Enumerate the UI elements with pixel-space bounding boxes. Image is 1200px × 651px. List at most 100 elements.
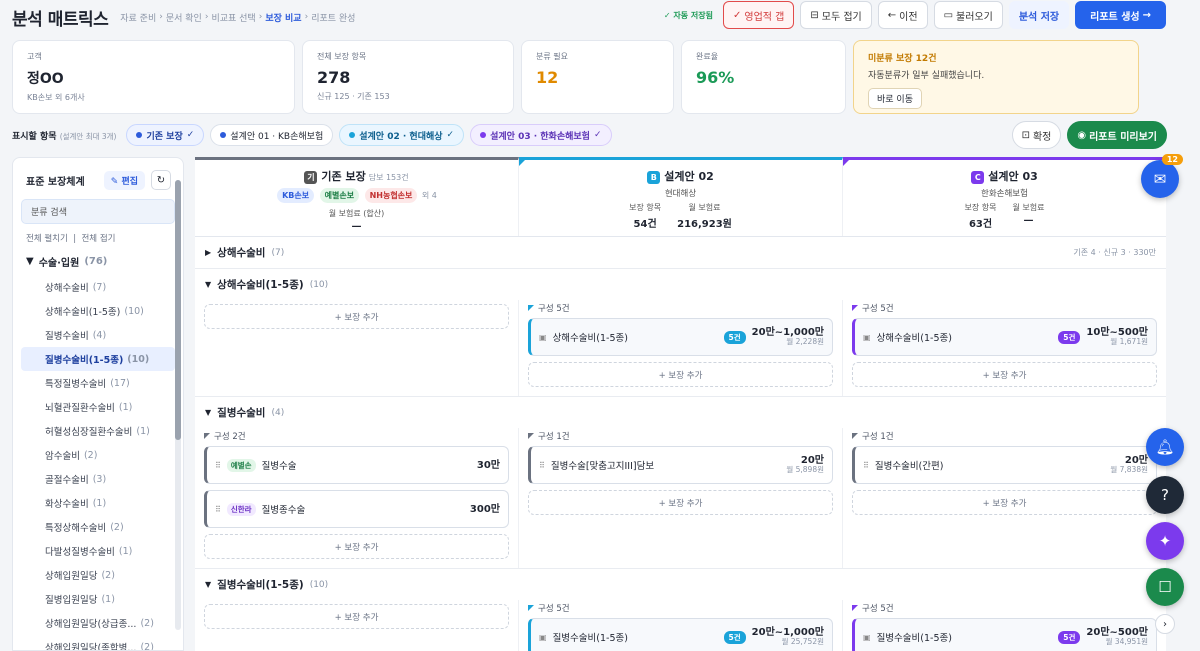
drag-handle-icon[interactable]: ⠿ [215,505,221,514]
sidebar-item[interactable]: 암수술비 (2) [21,443,175,467]
notification-fab[interactable]: 🔔︎ [1146,428,1184,466]
add-coverage-button[interactable]: + 보장 추가 [204,534,509,559]
sidebar-item[interactable]: 상해수술비 (7) [21,275,175,299]
add-coverage-button[interactable]: + 보장 추가 [852,490,1157,515]
chip-existing[interactable]: 기존 보장 ✓ [126,124,205,146]
sales-gap-button[interactable]: ✓ 영업적 갭 [723,1,795,29]
drag-handle-icon[interactable]: ⠿ [863,461,869,470]
section-title: 상해수술비(1-5종) [217,279,304,291]
category-search-input[interactable]: 분류 검색 [21,199,175,224]
sidebar-item[interactable]: 질병수술비 (4) [21,323,175,347]
insurer-tag: 예별손 [226,458,256,472]
chevron-right-icon[interactable]: › [1155,614,1175,634]
section-header[interactable]: ▶ 상해수술비 (7) 기존 4 · 신규 3 · 330만 [195,237,1166,268]
coverage-item[interactable]: ▣ 질병수술비(1-5종) 5건 20만~1,000만 월 25,752원 [528,618,833,651]
coverage-item[interactable]: ▣ 질병수술비(1-5종) 5건 20만~500만 월 34,951원 [852,618,1157,651]
scrollbar-thumb[interactable] [175,180,181,440]
sidebar-item[interactable]: 허혈성심장질환수술비 (1) [21,419,175,443]
sidebar-item-selected[interactable]: 질병수술비(1-5종) (10) [21,347,175,371]
section-header[interactable]: ▼ 질병수술비(1-5종) (10) [195,569,1166,600]
add-coverage-button[interactable]: + 보장 추가 [528,362,833,387]
chat-fab[interactable]: ☐ [1146,568,1184,606]
collapse-all-link[interactable]: 전체 접기 [81,234,115,244]
coverage-item[interactable]: ▣ 상해수술비(1-5종) 5건 10만~500만 월 1,671원 [852,318,1157,356]
coverage-item[interactable]: ⠿ 신한라 질병종수술 300만 [204,490,509,528]
generate-report-button[interactable]: 리포트 생성 → [1075,1,1166,29]
crumb-2[interactable]: 문서 확인 [166,11,202,24]
item-name: 상해입원일당(종합병... [45,643,137,651]
chip-plan-01[interactable]: 설계안 01 · KB손해보험 [210,124,334,146]
item-name: 특정상해수술비 [45,523,107,534]
plan-b-premium: 216,923원 [677,219,732,230]
plan-c-tag: C [971,171,985,184]
plan-b-premium-block: 월 보험료 216,923원 [677,202,732,230]
coverage-item[interactable]: ▣ 상해수술비(1-5종) 5건 20만~1,000만 월 2,228원 [528,318,833,356]
confirm-button[interactable]: ⊡ 확정 [1011,121,1062,149]
notification-badge: 12 [1161,154,1183,165]
section-disease-surgery: ▼ 질병수술비 (4) 구성 2건 ⠿ 예별손 질병수술 30만 ⠿ 신한라 질병종… [195,397,1166,569]
add-coverage-button[interactable]: + 보장 추가 [528,490,833,515]
arrow-right-icon: → [1142,9,1151,21]
go-now-button[interactable]: 바로 이동 [868,88,922,109]
item-icon: ▣ [863,632,871,642]
coverage-name: 질병종수술 [261,505,306,516]
refresh-icon[interactable]: ↻ [151,170,171,190]
check-icon: ✓ [186,130,195,140]
expand-all-link[interactable]: 전체 펼치기 [26,234,68,244]
coverage-name: 상해수술비(1-5종) [876,333,952,344]
sidebar-item[interactable]: 상해입원일당 (2) [21,563,175,587]
sidebar-item[interactable]: 특정질병수술비 (17) [21,371,175,395]
add-coverage-button[interactable]: + 보장 추가 [204,304,509,329]
sidebar-item[interactable]: 화상수술비 (1) [21,491,175,515]
dot-icon [480,132,487,138]
plan-b-count: 54건 [633,219,657,230]
item-name: 허혈성심장질환수술비 [45,427,133,438]
item-count: (10) [127,353,150,365]
load-button[interactable]: ▭ 불러오기 [933,1,1003,29]
drag-handle-icon[interactable]: ⠿ [215,461,221,470]
section-title: 질병수술비 [217,407,266,419]
plan-c-count-block: 보장 항목 63건 [965,202,997,230]
crumb-current[interactable]: 보장 비교 [265,11,301,24]
crumb-1[interactable]: 자료 준비 [120,11,156,24]
sidebar-item[interactable]: 골절수술비 (3) [21,467,175,491]
section-header[interactable]: ▼ 상해수술비(1-5종) (10) [195,269,1166,300]
coverage-amount: 20만 월 7,838원 [1110,455,1148,474]
plan-b-cell: 구성 5건 ▣ 질병수술비(1-5종) 5건 20만~1,000만 월 25,752… [519,600,843,651]
completion-label: 완료율 [696,52,719,61]
sidebar-item[interactable]: 상해입원일당(상급종... (2) [21,611,175,635]
drag-handle-icon[interactable]: ⠿ [539,461,545,470]
needs-class-value: 12 [536,68,559,87]
collapse-all-button[interactable]: ⊟ 모두 접기 [800,1,872,29]
item-name: 상해입원일당 [45,571,98,582]
section-header[interactable]: ▼ 질병수술비 (4) [195,397,1166,428]
crumb-5[interactable]: 리포트 완성 [311,11,355,24]
coverage-item[interactable]: ⠿ 질병수술[맞춤고지III]담보 20만 월 5,898원 [528,446,833,484]
help-fab[interactable]: ? [1146,476,1184,514]
chip-plan-03[interactable]: 설계안 03 · 한화손해보험 ✓ [470,124,612,146]
sidebar-item[interactable]: 특정상해수술비 (2) [21,515,175,539]
inbox-fab[interactable]: ✉ 12 [1141,154,1183,198]
crumb-3[interactable]: 비교표 선택 [211,11,255,24]
ai-fab[interactable]: ✦ [1146,522,1184,560]
prev-button[interactable]: ← 이전 [877,1,928,29]
help-icon: ? [1161,486,1169,504]
sidebar-item[interactable]: 상해수술비(1-5종) (10) [21,299,175,323]
add-coverage-button[interactable]: + 보장 추가 [852,362,1157,387]
sidebar-item[interactable]: 다발성질병수술비 (1) [21,539,175,563]
sidebar-item[interactable]: 상해입원일당(종합병... (2) [21,635,175,651]
item-icon: ▣ [863,332,871,342]
config-text: 구성 1건 [538,432,570,442]
coverage-item[interactable]: ⠿ 예별손 질병수술 30만 [204,446,509,484]
item-count: (1) [136,425,150,437]
sidebar-scrollbar[interactable] [175,180,181,630]
chip-plan-02[interactable]: 설계안 02 · 현대해상 ✓ [339,124,465,146]
report-preview-button[interactable]: ◉ 리포트 미리보기 [1067,121,1167,149]
coverage-item[interactable]: ⠿ 질병수술비(간편) 20만 월 7,838원 [852,446,1157,484]
edit-button[interactable]: ✎ 편집 [103,170,145,190]
add-coverage-button[interactable]: + 보장 추가 [204,604,509,629]
sidebar-group-surgery[interactable]: ▼ 수술·입원 (76) [13,248,183,275]
save-analysis-button[interactable]: 분석 저장 [1008,1,1070,29]
sidebar-item[interactable]: 뇌혈관질환수술비 (1) [21,395,175,419]
sidebar-item[interactable]: 질병입원일당 (1) [21,587,175,611]
